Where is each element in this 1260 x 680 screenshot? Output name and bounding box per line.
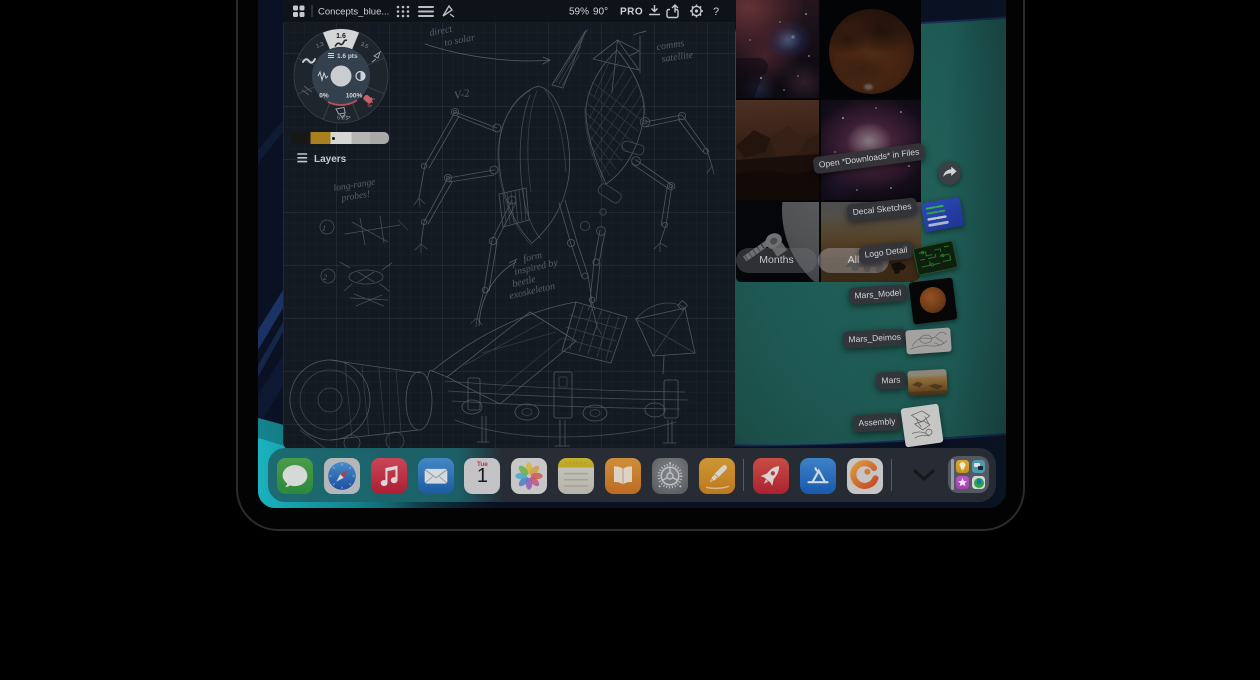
svg-text:V-2: V-2 (453, 87, 471, 102)
svg-text:1: 1 (322, 224, 326, 233)
svg-text:satellite: satellite (661, 50, 694, 65)
svg-text:2: 2 (323, 273, 327, 282)
